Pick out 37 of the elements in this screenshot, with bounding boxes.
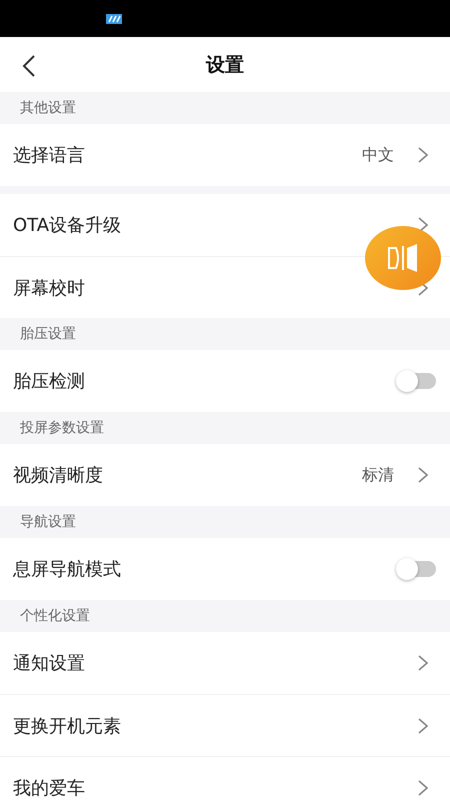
row-label: 胎压检测: [13, 370, 86, 393]
page-title: 设置: [206, 52, 244, 78]
section-title: 导航设置: [20, 513, 76, 531]
settings-row[interactable]: 视频清晰度 标清: [0, 444, 450, 506]
notification-icon: [106, 14, 122, 24]
settings-row[interactable]: 胎压检测: [0, 350, 450, 412]
toggle-switch[interactable]: [398, 561, 436, 577]
chevron-icon: [418, 147, 428, 163]
section-title: 个性化设置: [20, 607, 90, 625]
chevron-icon: [418, 780, 428, 796]
settings-row[interactable]: 我的爱车: [0, 756, 450, 800]
row-label: 息屏导航模式: [13, 558, 122, 581]
settings-row[interactable]: 息屏导航模式: [0, 538, 450, 600]
row-label: 视频清晰度: [13, 464, 104, 487]
toggle-switch[interactable]: [398, 373, 436, 389]
row-label: 选择语言: [13, 144, 86, 167]
settings-row[interactable]: 选择语言 中文: [0, 124, 450, 186]
row-label: 通知设置: [13, 652, 86, 675]
settings-row[interactable]: 更换开机元素: [0, 694, 450, 756]
chevron-icon: [418, 718, 428, 734]
mirror-icon: [386, 243, 420, 273]
section-title: 投屏参数设置: [20, 419, 104, 437]
row-label: OTA设备升级: [13, 214, 122, 237]
row-value: 中文: [362, 144, 394, 166]
chevron-icon: [418, 467, 428, 483]
chevron-icon: [418, 217, 428, 233]
back-icon: [22, 54, 36, 78]
settings-row[interactable]: OTA设备升级: [0, 194, 450, 256]
settings-row[interactable]: 屏幕校时: [0, 256, 450, 318]
row-label: 我的爱车: [13, 776, 86, 800]
row-value: 标清: [362, 464, 394, 486]
section-title: 其他设置: [20, 99, 76, 117]
row-label: 更换开机元素: [13, 714, 122, 738]
row-label: 屏幕校时: [13, 276, 86, 300]
section-title: 胎压设置: [20, 325, 76, 343]
settings-row[interactable]: 通知设置: [0, 632, 450, 694]
chevron-icon: [418, 655, 428, 671]
